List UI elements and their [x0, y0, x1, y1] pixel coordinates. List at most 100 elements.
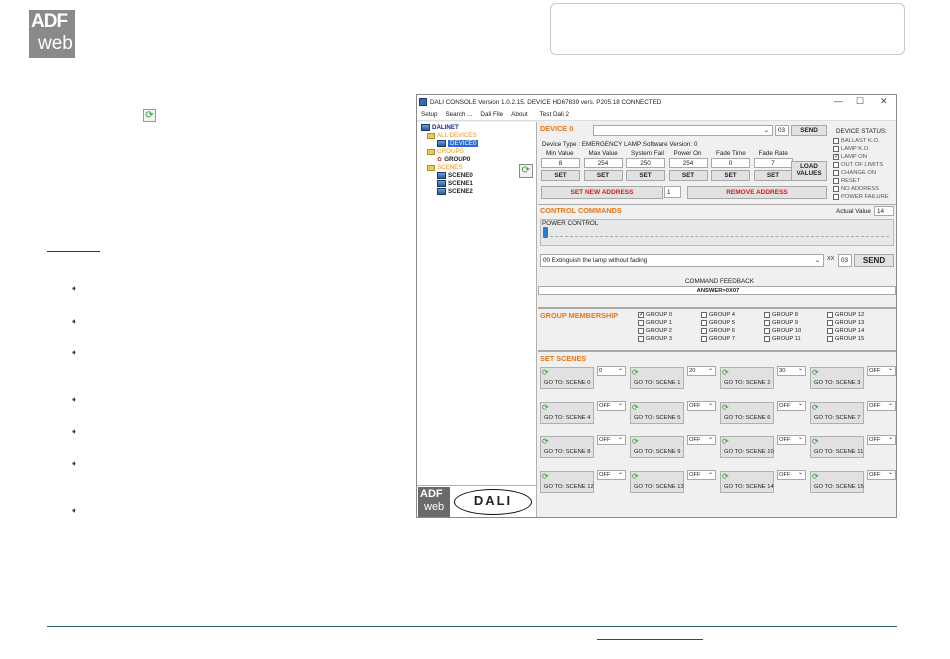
- minimize-button[interactable]: —: [834, 96, 843, 106]
- scene-button-15[interactable]: ⟳ GO TO: SCENE 15: [810, 470, 864, 493]
- menu-search[interactable]: Search ...: [441, 111, 476, 118]
- scene-level-select[interactable]: OFF: [777, 400, 806, 411]
- group-checkbox-3[interactable]: GROUP 3: [638, 336, 672, 342]
- tree-scene1[interactable]: SCENE1: [437, 180, 473, 187]
- tree-all-devices[interactable]: ALL DEVICES: [427, 132, 477, 139]
- group-checkbox-11[interactable]: GROUP 11: [764, 336, 801, 342]
- param-set-button[interactable]: SET: [668, 170, 708, 181]
- param-set-button[interactable]: SET: [626, 170, 665, 181]
- scene-button-5[interactable]: ⟳ GO TO: SCENE 5: [630, 401, 684, 424]
- param-input[interactable]: 8: [541, 158, 580, 168]
- scene-button-0[interactable]: ⟳ GO TO: SCENE 0: [540, 367, 594, 389]
- scene-button-13[interactable]: ⟳ GO TO: SCENE 13: [630, 470, 684, 493]
- group-checkbox-12[interactable]: GROUP 12: [827, 312, 864, 318]
- scene-button-4[interactable]: ⟳ GO TO: SCENE 4: [540, 401, 594, 424]
- scene-level-select[interactable]: OFF: [777, 434, 806, 445]
- scene-level-select[interactable]: OFF: [597, 434, 626, 445]
- param-set-button[interactable]: SET: [753, 170, 793, 181]
- status-checkbox-5[interactable]: RESET: [833, 178, 860, 184]
- group-checkbox-10[interactable]: GROUP 10: [764, 328, 801, 334]
- scene-button-11[interactable]: ⟳ GO TO: SCENE 11: [810, 436, 864, 458]
- group-checkbox-8[interactable]: GROUP 8: [764, 312, 798, 318]
- slider-thumb[interactable]: [543, 227, 548, 238]
- status-checkbox-4[interactable]: CHANGE ON: [833, 170, 876, 176]
- scene-level-select[interactable]: OFF: [867, 365, 896, 376]
- scene-button-14[interactable]: ⟳ GO TO: SCENE 14: [720, 470, 774, 493]
- tree-groups[interactable]: GROUPS: [427, 148, 464, 155]
- power-control-slider[interactable]: POWER CONTROL: [540, 219, 894, 246]
- group-checkbox-15[interactable]: GROUP 15: [827, 336, 864, 342]
- tree-root[interactable]: DALINET: [421, 124, 459, 131]
- close-button[interactable]: ✕: [880, 96, 888, 107]
- group-checkbox-2[interactable]: GROUP 2: [638, 328, 672, 334]
- param-input[interactable]: 254: [583, 158, 623, 168]
- group-checkbox-9[interactable]: GROUP 9: [764, 320, 798, 326]
- maximize-button[interactable]: ☐: [856, 96, 864, 107]
- status-label: POWER FAILURE: [841, 194, 889, 200]
- param-input[interactable]: 254: [668, 158, 708, 168]
- set-new-address-button[interactable]: SET NEW ADDRESS: [541, 186, 663, 199]
- status-checkbox-1[interactable]: LAMP K.O.: [833, 146, 870, 152]
- group-checkbox-13[interactable]: GROUP 13: [827, 320, 864, 326]
- scene-level-select[interactable]: OFF: [597, 400, 626, 411]
- load-values-button[interactable]: LOAD VALUES: [791, 161, 827, 181]
- param-input[interactable]: 250: [626, 158, 665, 168]
- refresh-tree-button[interactable]: ⟳: [519, 164, 533, 178]
- scene-level-select[interactable]: OFF: [867, 469, 896, 480]
- scene-level-select[interactable]: OFF: [687, 400, 716, 411]
- param-set-button[interactable]: SET: [583, 170, 623, 181]
- xx-input[interactable]: 03: [838, 254, 852, 267]
- scene-button-1[interactable]: ⟳ GO TO: SCENE 1: [630, 367, 684, 389]
- scene-button-7[interactable]: ⟳ GO TO: SCENE 7: [810, 401, 864, 424]
- tree-scene0[interactable]: SCENE0: [437, 172, 473, 179]
- scene-level-select[interactable]: OFF: [687, 469, 716, 480]
- group-checkbox-0[interactable]: ✓ GROUP 0: [638, 312, 672, 318]
- tree-device0[interactable]: DEVICE0: [437, 140, 479, 147]
- group-checkbox-14[interactable]: GROUP 14: [827, 328, 864, 334]
- group-checkbox-7[interactable]: GROUP 7: [701, 336, 735, 342]
- menu-dali-file[interactable]: Dali File: [476, 111, 507, 118]
- command-send-button[interactable]: SEND: [854, 254, 894, 267]
- menu-about[interactable]: About: [507, 111, 531, 118]
- device-select[interactable]: ⌄: [593, 125, 773, 136]
- menu-setup[interactable]: Setup: [417, 111, 441, 118]
- status-checkbox-2[interactable]: ✓ LAMP ON: [833, 154, 867, 160]
- status-checkbox-7[interactable]: POWER FAILURE: [833, 194, 889, 200]
- device-send-button[interactable]: SEND: [791, 125, 827, 136]
- scene-level-select[interactable]: OFF: [597, 469, 626, 480]
- group-checkbox-5[interactable]: GROUP 5: [701, 320, 735, 326]
- scene-level-select[interactable]: OFF: [867, 400, 896, 411]
- scene-level-select[interactable]: OFF: [867, 434, 896, 445]
- scene-button-2[interactable]: ⟳ GO TO: SCENE 2: [720, 367, 774, 389]
- scene-button-10[interactable]: ⟳ GO TO: SCENE 10: [720, 436, 774, 458]
- scene-level-select[interactable]: 0: [597, 365, 626, 376]
- group-checkbox-6[interactable]: GROUP 6: [701, 328, 735, 334]
- scene-level-select[interactable]: 30: [777, 365, 806, 376]
- status-checkbox-0[interactable]: BALLAST K.O.: [833, 138, 880, 144]
- device-address-input[interactable]: 03: [775, 125, 789, 136]
- tree-scenes[interactable]: SCENES: [427, 164, 462, 171]
- param-set-button[interactable]: SET: [711, 170, 750, 181]
- scene-button-3[interactable]: ⟳ GO TO: SCENE 3: [810, 367, 864, 389]
- param-set-button[interactable]: SET: [541, 170, 580, 181]
- tree-group0[interactable]: ✿ GROUP0: [437, 156, 470, 163]
- status-checkbox-6[interactable]: NO ADDRESS: [833, 186, 879, 192]
- group-checkbox-1[interactable]: GROUP 1: [638, 320, 672, 326]
- tree-scene2[interactable]: SCENE2: [437, 188, 473, 195]
- param-input[interactable]: 0: [711, 158, 750, 168]
- scene-level-select[interactable]: OFF: [687, 434, 716, 445]
- command-select[interactable]: 00 Extinguish the lamp without fading ⌄: [540, 254, 824, 267]
- new-address-input[interactable]: 1: [664, 186, 681, 198]
- scene-button-8[interactable]: ⟳ GO TO: SCENE 8: [540, 436, 594, 458]
- scene-button-9[interactable]: ⟳ GO TO: SCENE 9: [630, 436, 684, 458]
- status-checkbox-3[interactable]: OUT OF LIMITS: [833, 162, 883, 168]
- remove-address-button[interactable]: REMOVE ADDRESS: [687, 186, 827, 199]
- group-checkbox-4[interactable]: GROUP 4: [701, 312, 735, 318]
- scene-button-12[interactable]: ⟳ GO TO: SCENE 12: [540, 470, 594, 493]
- footer-link[interactable]: [597, 639, 703, 640]
- menu-test-dali[interactable]: Test Dali 2: [536, 111, 573, 118]
- scene-level-select[interactable]: 20: [687, 365, 716, 376]
- scene-button-6[interactable]: ⟳ GO TO: SCENE 6: [720, 401, 774, 424]
- scene-level-select[interactable]: OFF: [777, 469, 806, 480]
- param-input[interactable]: 7: [753, 158, 793, 168]
